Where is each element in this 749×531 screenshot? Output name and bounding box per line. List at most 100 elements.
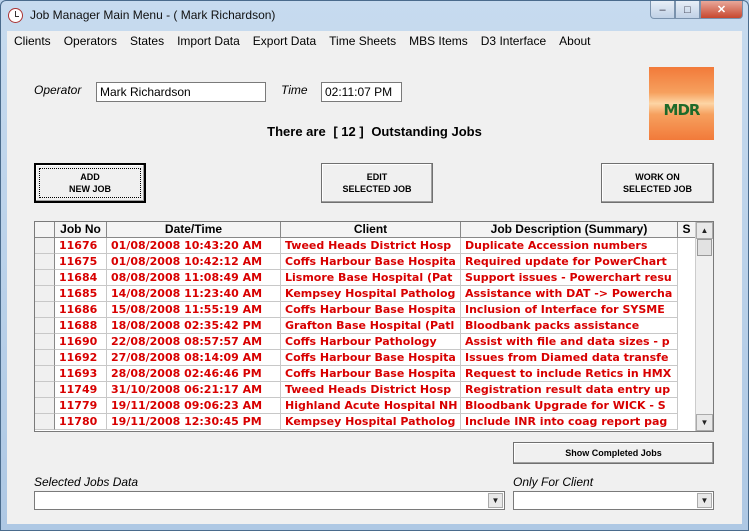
- column-job-no[interactable]: Job No: [55, 222, 107, 238]
- cell-date-time: 01/08/2008 10:43:20 AM: [107, 238, 281, 254]
- table-row[interactable]: 11692 27/08/2008 08:14:09 AM Coffs Harbour…: [35, 350, 678, 366]
- table-row[interactable]: 11675 01/08/2008 10:42:12 AM Coffs Harbour…: [35, 254, 678, 270]
- cell-job-no: 11690: [55, 334, 107, 350]
- chevron-down-icon[interactable]: ▼: [488, 493, 503, 508]
- cell-client: Coffs Harbour Base Hospita: [281, 366, 461, 382]
- column-date-time[interactable]: Date/Time: [107, 222, 281, 238]
- time-label: Time: [281, 83, 308, 97]
- cell-date-time: 31/10/2008 06:21:17 AM: [107, 382, 281, 398]
- close-button[interactable]: ✕: [700, 1, 743, 19]
- row-selector[interactable]: [35, 238, 55, 254]
- cell-job-description: Bloodbank Upgrade for WICK - S: [461, 398, 678, 414]
- only-for-client-combo[interactable]: ▼: [513, 491, 714, 510]
- row-selector[interactable]: [35, 302, 55, 318]
- operator-label: Operator: [34, 83, 82, 97]
- menu-time-sheets[interactable]: Time Sheets: [322, 31, 402, 51]
- grid-vertical-scrollbar[interactable]: ▲ ▼: [695, 222, 713, 431]
- scroll-up-arrow-icon[interactable]: ▲: [696, 222, 713, 239]
- table-row[interactable]: 11780 19/11/2008 12:30:45 PM Kempsey Hospi…: [35, 414, 678, 430]
- cell-date-time: 19/11/2008 12:30:45 PM: [107, 414, 281, 430]
- title-bar[interactable]: Job Manager Main Menu - ( Mark Richardso…: [1, 1, 748, 31]
- table-row[interactable]: 11686 15/08/2008 11:55:19 AM Coffs Harbour…: [35, 302, 678, 318]
- row-selector[interactable]: [35, 254, 55, 270]
- cell-job-description: Request to include Retics in HMX: [461, 366, 678, 382]
- row-selector[interactable]: [35, 414, 55, 430]
- cell-job-no: 11675: [55, 254, 107, 270]
- cell-client: Kempsey Hospital Patholog: [281, 414, 461, 430]
- work-button-line2: SELECTED JOB: [622, 184, 692, 194]
- headline-prefix: There are: [267, 124, 326, 139]
- cell-client: Coffs Harbour Pathology: [281, 334, 461, 350]
- row-selector[interactable]: [35, 286, 55, 302]
- work-on-selected-job-button[interactable]: WORK ON SELECTED JOB: [601, 163, 714, 203]
- logo-text: MDR: [663, 101, 701, 119]
- cell-job-no: 11685: [55, 286, 107, 302]
- table-row[interactable]: 11749 31/10/2008 06:21:17 AM Tweed Heads D…: [35, 382, 678, 398]
- menu-bar: Clients Operators States Import Data Exp…: [7, 31, 742, 51]
- maximize-button[interactable]: □: [675, 1, 700, 19]
- cell-job-description: Assist with file and data sizes - p: [461, 334, 678, 350]
- menu-import-data[interactable]: Import Data: [170, 31, 246, 51]
- row-selector[interactable]: [35, 350, 55, 366]
- cell-job-description: Issues from Diamed data transfe: [461, 350, 678, 366]
- operator-field[interactable]: Mark Richardson: [96, 82, 266, 102]
- menu-clients[interactable]: Clients: [7, 31, 57, 51]
- table-row[interactable]: 11684 08/08/2008 11:08:49 AM Lismore Base …: [35, 270, 678, 286]
- cell-job-no: 11749: [55, 382, 107, 398]
- cell-client: Tweed Heads District Hosp: [281, 238, 461, 254]
- cell-job-description: Support issues - Powerchart resu: [461, 270, 678, 286]
- column-client[interactable]: Client: [281, 222, 461, 238]
- row-selector[interactable]: [35, 398, 55, 414]
- menu-about[interactable]: About: [552, 31, 596, 51]
- headline-suffix: Outstanding Jobs: [371, 124, 482, 139]
- row-selector[interactable]: [35, 366, 55, 382]
- add-new-job-button[interactable]: ADD NEW JOB: [34, 163, 146, 203]
- column-s[interactable]: S: [678, 222, 696, 238]
- selected-jobs-data-combo[interactable]: ▼: [34, 491, 505, 510]
- table-row[interactable]: 11688 18/08/2008 02:35:42 PM Grafton Base …: [35, 318, 678, 334]
- cell-job-description: Inclusion of Interface for SYSME: [461, 302, 678, 318]
- cell-date-time: 28/08/2008 02:46:46 PM: [107, 366, 281, 382]
- table-row[interactable]: 11693 28/08/2008 02:46:46 PM Coffs Harbour…: [35, 366, 678, 382]
- table-row[interactable]: 11676 01/08/2008 10:43:20 AM Tweed Heads D…: [35, 238, 678, 254]
- row-selector[interactable]: [35, 382, 55, 398]
- menu-mbs-items[interactable]: MBS Items: [402, 31, 474, 51]
- cell-client: Kempsey Hospital Patholog: [281, 286, 461, 302]
- menu-d3-interface[interactable]: D3 Interface: [474, 31, 552, 51]
- cell-client: Highland Acute Hospital NH: [281, 398, 461, 414]
- cell-client: Tweed Heads District Hosp: [281, 382, 461, 398]
- edit-selected-job-button[interactable]: EDIT SELECTED JOB: [321, 163, 433, 203]
- row-selector[interactable]: [35, 318, 55, 334]
- cell-date-time: 08/08/2008 11:08:49 AM: [107, 270, 281, 286]
- cell-job-no: 11684: [55, 270, 107, 286]
- column-job-description[interactable]: Job Description (Summary): [461, 222, 678, 238]
- cell-date-time: 15/08/2008 11:55:19 AM: [107, 302, 281, 318]
- show-completed-jobs-button[interactable]: Show Completed Jobs: [513, 442, 714, 464]
- table-row[interactable]: 11690 22/08/2008 08:57:57 AM Coffs Harbour…: [35, 334, 678, 350]
- minimize-button[interactable]: –: [650, 1, 675, 19]
- menu-operators[interactable]: Operators: [57, 31, 123, 51]
- jobs-grid[interactable]: Job No Date/Time Client Job Description …: [34, 221, 714, 432]
- cell-job-description: Registration result data entry up: [461, 382, 678, 398]
- app-window: Job Manager Main Menu - ( Mark Richardso…: [0, 0, 749, 531]
- row-selector[interactable]: [35, 270, 55, 286]
- row-selector[interactable]: [35, 334, 55, 350]
- selected-jobs-data-label: Selected Jobs Data: [34, 475, 139, 489]
- only-for-client-label: Only For Client: [513, 475, 594, 489]
- table-row[interactable]: 11685 14/08/2008 11:23:40 AM Kempsey Hospi…: [35, 286, 678, 302]
- cell-date-time: 22/08/2008 08:57:57 AM: [107, 334, 281, 350]
- scroll-thumb[interactable]: [697, 239, 712, 256]
- edit-button-line1: EDIT: [366, 172, 388, 182]
- menu-states[interactable]: States: [123, 31, 170, 51]
- cell-job-no: 11676: [55, 238, 107, 254]
- cell-date-time: 19/11/2008 09:06:23 AM: [107, 398, 281, 414]
- clock-icon[interactable]: [8, 8, 23, 23]
- scroll-down-arrow-icon[interactable]: ▼: [696, 414, 713, 431]
- cell-date-time: 01/08/2008 10:42:12 AM: [107, 254, 281, 270]
- menu-export-data[interactable]: Export Data: [246, 31, 322, 51]
- chevron-down-icon[interactable]: ▼: [697, 493, 712, 508]
- cell-job-description: Bloodbank packs assistance: [461, 318, 678, 334]
- table-row[interactable]: 11779 19/11/2008 09:06:23 AM Highland Acut…: [35, 398, 678, 414]
- cell-client: Grafton Base Hospital (Patl: [281, 318, 461, 334]
- time-field: 02:11:07 PM: [321, 82, 402, 102]
